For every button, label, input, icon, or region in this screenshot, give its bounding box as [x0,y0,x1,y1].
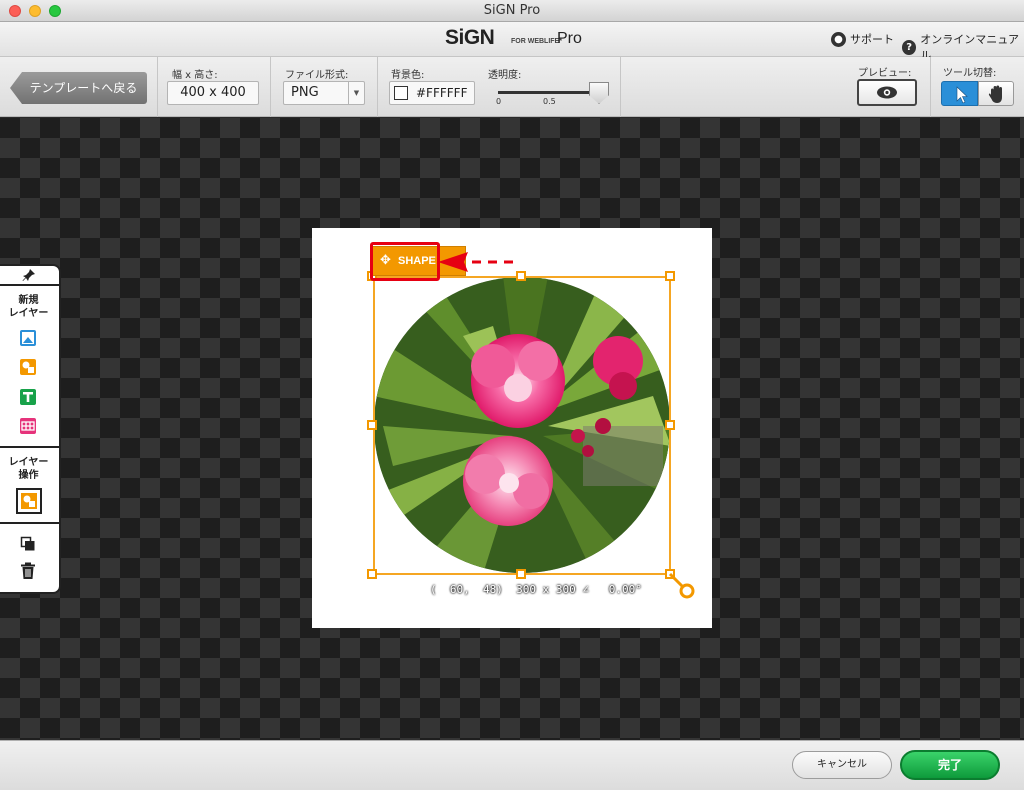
shape-icon [22,361,34,373]
rotate-handle[interactable] [668,572,696,600]
resize-handle-right[interactable] [665,420,675,430]
window-titlebar: SiGN Pro [0,0,1024,22]
add-shape-layer-button[interactable] [20,359,36,375]
table-icon [21,421,35,431]
chevron-down-icon: ▼ [348,82,364,104]
bg-color-label: 背景色: [391,70,425,81]
duplicate-icon[interactable] [20,536,36,552]
resize-handle-bottom[interactable] [516,569,526,579]
annotation-arrow-icon [438,252,520,272]
app-logo-sub: FOR WEBLIFE* [511,38,562,45]
hand-tool-button[interactable] [978,81,1014,106]
format-label: ファイル形式: [285,70,349,81]
support-label: サポート [850,33,894,46]
footer: キャンセル 完了 [0,740,1024,790]
app-header: SiGN FOR WEBLIFE* Pro ● サポート ? オンラインマニュア… [0,22,1024,62]
selection-bounding-box[interactable] [373,276,671,575]
support-link[interactable]: ● サポート [831,31,894,47]
pin-icon[interactable] [22,268,36,282]
opacity-min-label: 0 [496,97,502,106]
bg-color-value: #FFFFFF [416,86,468,100]
select-tool-button[interactable] [941,81,978,106]
bg-color-field[interactable]: #FFFFFF [389,81,475,105]
preview-button[interactable] [857,79,917,106]
text-icon [23,392,33,402]
preview-label: プレビュー: [858,68,912,79]
trash-icon[interactable] [20,562,36,580]
transform-readout: ( 60, 48) 300 x 300 ∠ 0.00° [430,583,642,596]
layer-operation-label: レイヤー 操作 [8,457,49,481]
color-swatch[interactable] [394,86,408,100]
toolbar: テンプレートへ戻る 幅 x 高さ: 400 x 400 ファイル形式: PNG … [0,57,1024,117]
user-icon: ● [831,31,846,47]
minimize-window-button[interactable] [29,5,41,17]
annotation-highlight-box [370,242,440,281]
cancel-button[interactable]: キャンセル [792,751,892,779]
size-field[interactable]: 400 x 400 [167,81,259,105]
app-logo: SiGN [445,26,495,49]
hand-icon [988,85,1002,103]
zoom-window-button[interactable] [49,5,61,17]
add-text-layer-button[interactable] [20,389,36,405]
new-layer-label: 新規 レイヤー [8,295,49,319]
shape-icon [21,493,37,509]
shape-layer-edit-button[interactable] [16,488,42,514]
cursor-arrow-icon [956,86,968,104]
back-to-template-button[interactable]: テンプレートへ戻る [10,72,147,104]
help-icon: ? [902,39,917,55]
eye-icon [877,86,897,99]
close-window-button[interactable] [9,5,21,17]
window-title: SiGN Pro [483,3,541,18]
add-image-layer-button[interactable] [20,330,36,346]
resize-handle-bottom-left[interactable] [367,569,377,579]
resize-handle-top-right[interactable] [665,271,675,281]
size-label: 幅 x 高さ: [172,70,218,81]
image-icon [22,332,34,344]
done-button[interactable]: 完了 [900,750,1000,780]
opacity-mid-label: 0.5 [543,97,556,106]
opacity-slider-track[interactable] [498,91,600,94]
opacity-label: 透明度: [488,70,522,81]
format-select[interactable]: PNG ▼ [283,81,365,105]
format-value: PNG [291,85,319,100]
layer-panel: 新規 レイヤー レイヤー 操作 [0,264,61,594]
app-logo-pro: Pro [557,30,582,47]
add-table-layer-button[interactable] [20,418,36,434]
tool-switch-label: ツール切替: [943,68,997,79]
resize-handle-left[interactable] [367,420,377,430]
